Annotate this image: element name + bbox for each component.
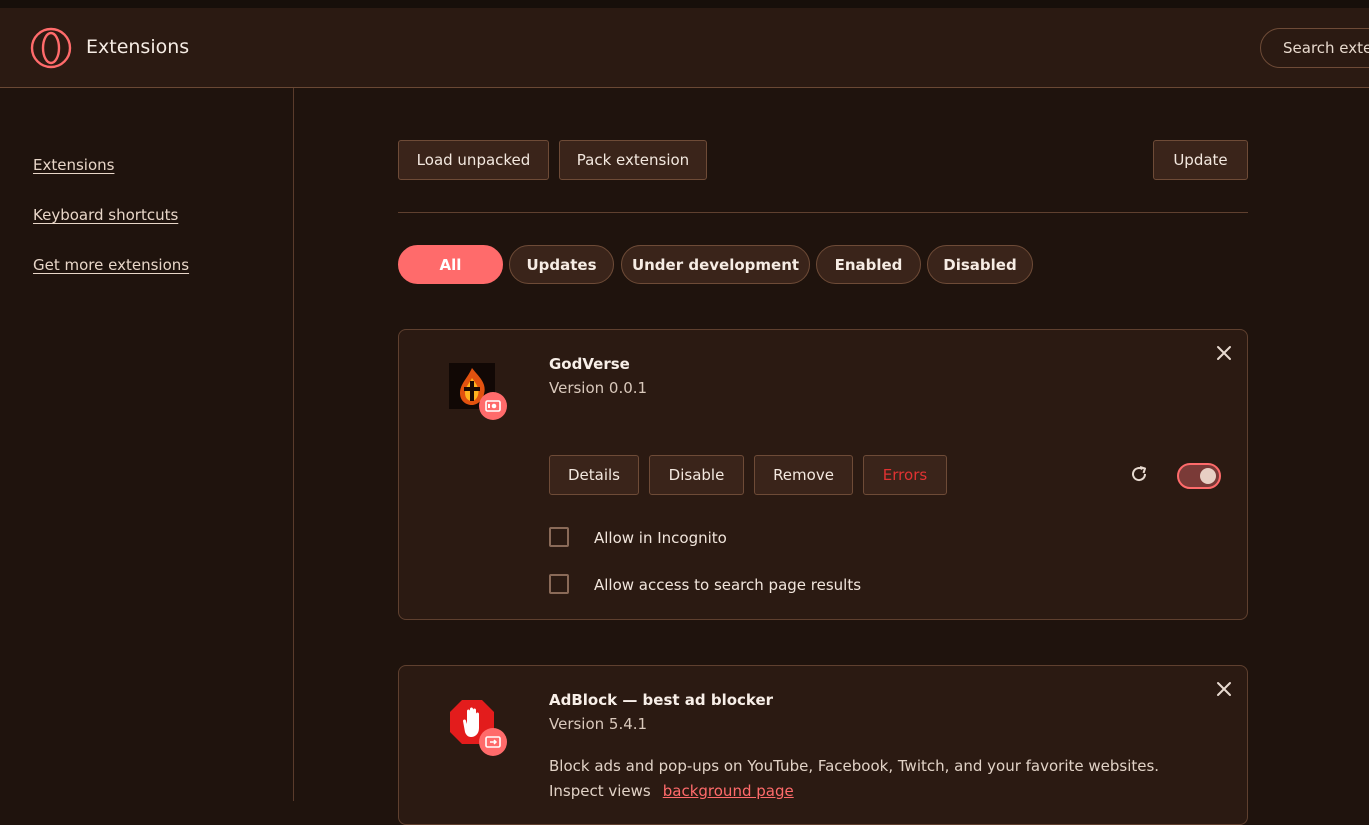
background-page-link[interactable]: background page: [663, 782, 794, 800]
extension-version: Version 0.0.1: [549, 379, 648, 397]
sidebar-item-keyboard-shortcuts[interactable]: Keyboard shortcuts: [33, 206, 178, 224]
remove-button[interactable]: Remove: [754, 455, 853, 495]
inspect-views: Inspect views background page: [549, 782, 794, 800]
toggle-knob: [1200, 468, 1216, 484]
page-header: Extensions Search extensions: [0, 8, 1369, 88]
close-icon[interactable]: [1215, 680, 1233, 698]
close-icon[interactable]: [1215, 344, 1233, 362]
extension-name: GodVerse: [549, 355, 630, 373]
update-button[interactable]: Update: [1153, 140, 1248, 180]
incognito-checkbox[interactable]: [549, 527, 569, 547]
inspect-views-label: Inspect views: [549, 782, 651, 800]
search-results-checkbox[interactable]: [549, 574, 569, 594]
sidebar-item-get-more-extensions[interactable]: Get more extensions: [33, 256, 189, 274]
filter-under-development[interactable]: Under development: [621, 245, 810, 284]
extension-version: Version 5.4.1: [549, 715, 648, 733]
unpacked-badge-icon: [479, 728, 507, 756]
enable-toggle[interactable]: [1177, 463, 1221, 489]
window-top-strip: [0, 0, 1369, 8]
search-placeholder: Search extensions: [1283, 39, 1369, 57]
page-title: Extensions: [86, 36, 190, 58]
incognito-label: Allow in Incognito: [594, 529, 727, 547]
reload-icon[interactable]: [1129, 464, 1149, 484]
search-results-label: Allow access to search page results: [594, 576, 862, 594]
archive-icon: [485, 736, 501, 748]
details-button[interactable]: Details: [549, 455, 639, 495]
opera-gx-logo-icon[interactable]: [30, 27, 72, 69]
filter-disabled[interactable]: Disabled: [927, 245, 1033, 284]
toolbar-divider: [398, 212, 1248, 213]
archive-icon: [485, 400, 501, 412]
sidebar: Extensions Keyboard shortcuts Get more e…: [0, 88, 294, 801]
unpacked-badge-icon: [479, 392, 507, 420]
load-unpacked-button[interactable]: Load unpacked: [398, 140, 549, 180]
filter-enabled[interactable]: Enabled: [816, 245, 921, 284]
disable-button[interactable]: Disable: [649, 455, 744, 495]
extension-card-godverse: GodVerse Version 0.0.1 Details Disable R…: [398, 329, 1248, 620]
search-input[interactable]: Search extensions: [1260, 28, 1369, 68]
extension-description: Block ads and pop-ups on YouTube, Facebo…: [549, 757, 1160, 775]
filter-all[interactable]: All: [398, 245, 503, 284]
errors-button[interactable]: Errors: [863, 455, 947, 495]
sidebar-item-extensions[interactable]: Extensions: [33, 156, 114, 174]
extension-name: AdBlock — best ad blocker: [549, 691, 774, 709]
pack-extension-button[interactable]: Pack extension: [559, 140, 707, 180]
filter-updates[interactable]: Updates: [509, 245, 614, 284]
extension-card-adblock: AdBlock — best ad blocker Version 5.4.1 …: [398, 665, 1248, 825]
